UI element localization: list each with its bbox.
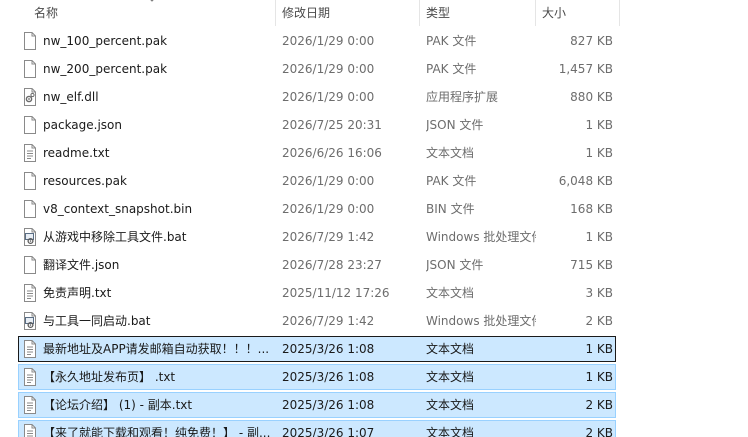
file-size: 1 KB xyxy=(585,118,613,132)
file-row[interactable]: package.json 2026/7/25 20:31 JSON 文件 1 KB xyxy=(18,112,616,138)
file-row[interactable]: 最新地址及APP请发邮箱自动获取！！！... 2025/3/26 1:08 文本文档… xyxy=(18,336,616,362)
file-name: nw_200_percent.pak xyxy=(43,62,168,76)
generic-file-icon xyxy=(24,60,36,78)
file-name: 与工具一同启动.bat xyxy=(43,314,151,328)
file-size: 2 KB xyxy=(585,426,613,437)
file-type: PAK 文件 xyxy=(426,34,477,48)
file-type: PAK 文件 xyxy=(426,174,477,188)
generic-file-icon xyxy=(24,116,36,134)
file-date-modified: 2026/1/29 0:00 xyxy=(282,90,375,104)
column-header-type[interactable]: 类型 xyxy=(420,0,536,26)
file-row[interactable]: resources.pak 2026/1/29 0:00 PAK 文件 6,048 K… xyxy=(18,168,616,194)
file-name: resources.pak xyxy=(43,174,127,188)
file-row[interactable]: 翻译文件.json 2026/7/28 23:27 JSON 文件 715 KB xyxy=(18,252,616,278)
sort-chevron-icon xyxy=(150,0,154,2)
file-date-modified: 2026/7/29 1:42 xyxy=(282,314,375,328)
file-name: package.json xyxy=(43,118,123,132)
file-date-modified: 2026/1/29 0:00 xyxy=(282,34,375,48)
file-row[interactable]: 与工具一同启动.bat 2026/7/29 1:42 Windows 批处理文件 2 … xyxy=(18,308,616,334)
file-name: 【永久地址发布页】 .txt xyxy=(43,370,176,384)
file-type: BIN 文件 xyxy=(426,202,475,216)
file-row[interactable]: nw_elf.dll 2026/1/29 0:00 应用程序扩展 880 KB xyxy=(18,84,616,110)
text-file-icon xyxy=(24,396,36,414)
file-size: 168 KB xyxy=(570,202,613,216)
file-date-modified: 2026/1/29 0:00 xyxy=(282,202,375,216)
file-date-modified: 2026/6/26 16:06 xyxy=(282,146,382,160)
file-name: v8_context_snapshot.bin xyxy=(43,202,193,216)
file-size: 880 KB xyxy=(570,90,613,104)
file-name: 免责声明.txt xyxy=(43,286,112,300)
file-date-modified: 2025/3/26 1:07 xyxy=(282,426,375,437)
file-date-modified: 2026/7/29 1:42 xyxy=(282,230,375,244)
file-type: 文本文档 xyxy=(426,398,475,412)
file-date-modified: 2026/7/25 20:31 xyxy=(282,118,382,132)
file-row[interactable]: v8_context_snapshot.bin 2026/1/29 0:00 BIN… xyxy=(18,196,616,222)
file-date-modified: 2026/1/29 0:00 xyxy=(282,62,375,76)
file-type: Windows 批处理文件 xyxy=(426,230,536,244)
file-row[interactable]: 【来了就能下载和观看！纯免费！】 - 副... 2025/3/26 1:07 文本文… xyxy=(18,420,616,437)
file-name: readme.txt xyxy=(43,146,110,160)
batch-file-icon xyxy=(24,228,36,246)
file-date-modified: 2025/11/12 17:26 xyxy=(282,286,390,300)
text-file-icon xyxy=(24,340,36,358)
file-size: 1 KB xyxy=(585,230,613,244)
file-size: 1 KB xyxy=(585,342,613,356)
file-date-modified: 2026/1/29 0:00 xyxy=(282,174,375,188)
file-size: 2 KB xyxy=(585,398,613,412)
column-header-name[interactable]: 名称 xyxy=(0,0,276,26)
file-size: 827 KB xyxy=(570,34,613,48)
column-header-bar: 名称 修改日期 类型 大小 xyxy=(0,0,620,26)
file-type: 文本文档 xyxy=(426,286,475,300)
file-name: 从游戏中移除工具文件.bat xyxy=(43,230,187,244)
column-header-date-modified[interactable]: 修改日期 xyxy=(276,0,420,26)
file-date-modified: 2026/7/28 23:27 xyxy=(282,258,382,272)
file-row[interactable]: 免责声明.txt 2025/11/12 17:26 文本文档 3 KB xyxy=(18,280,616,306)
file-size: 1 KB xyxy=(585,370,613,384)
file-type: 文本文档 xyxy=(426,146,475,160)
file-size: 1 KB xyxy=(585,146,613,160)
generic-file-icon xyxy=(24,200,36,218)
file-date-modified: 2025/3/26 1:08 xyxy=(282,342,375,356)
generic-file-icon xyxy=(24,172,36,190)
file-row[interactable]: nw_200_percent.pak 2026/1/29 0:00 PAK 文件 1,… xyxy=(18,56,616,82)
generic-file-icon xyxy=(24,256,36,274)
file-name: nw_elf.dll xyxy=(43,90,99,104)
file-type: 文本文档 xyxy=(426,342,475,356)
file-type: JSON 文件 xyxy=(426,118,484,132)
file-size: 2 KB xyxy=(585,314,613,328)
file-size: 715 KB xyxy=(570,258,613,272)
batch-file-icon xyxy=(24,312,36,330)
file-name: 翻译文件.json xyxy=(43,258,120,272)
generic-file-icon xyxy=(24,32,36,50)
file-date-modified: 2025/3/26 1:08 xyxy=(282,398,375,412)
dll-file-icon xyxy=(24,88,36,106)
file-name: nw_100_percent.pak xyxy=(43,34,168,48)
file-size: 6,048 KB xyxy=(558,174,613,188)
file-type: JSON 文件 xyxy=(426,258,484,272)
text-file-icon xyxy=(24,144,36,162)
file-row[interactable]: 从游戏中移除工具文件.bat 2026/7/29 1:42 Windows 批处理文… xyxy=(18,224,616,250)
file-row[interactable]: readme.txt 2026/6/26 16:06 文本文档 1 KB xyxy=(18,140,616,166)
file-type: PAK 文件 xyxy=(426,62,477,76)
file-row[interactable]: 【永久地址发布页】 .txt 2025/3/26 1:08 文本文档 1 KB xyxy=(18,364,616,390)
file-type: Windows 批处理文件 xyxy=(426,314,536,328)
text-file-icon xyxy=(24,368,36,386)
file-name: 【论坛介绍】 (1) - 副本.txt xyxy=(43,398,193,412)
file-row[interactable]: nw_100_percent.pak 2026/1/29 0:00 PAK 文件 82… xyxy=(18,28,616,54)
file-explorer-window: 名称 修改日期 类型 大小 nw_100_percent.pak 2026/1/2… xyxy=(0,0,748,437)
file-size: 1,457 KB xyxy=(558,62,613,76)
file-type: 文本文档 xyxy=(426,426,475,437)
file-name: 【来了就能下载和观看！纯免费！】 - 副... xyxy=(43,426,271,437)
file-name: 最新地址及APP请发邮箱自动获取！！！... xyxy=(43,342,270,356)
file-size: 3 KB xyxy=(585,286,613,300)
file-type: 文本文档 xyxy=(426,370,475,384)
text-file-icon xyxy=(24,424,36,437)
file-date-modified: 2025/3/26 1:08 xyxy=(282,370,375,384)
file-row[interactable]: 【论坛介绍】 (1) - 副本.txt 2025/3/26 1:08 文本文档 2 K… xyxy=(18,392,616,418)
text-file-icon xyxy=(24,284,36,302)
column-header-size[interactable]: 大小 xyxy=(536,0,620,26)
file-type: 应用程序扩展 xyxy=(426,90,499,104)
